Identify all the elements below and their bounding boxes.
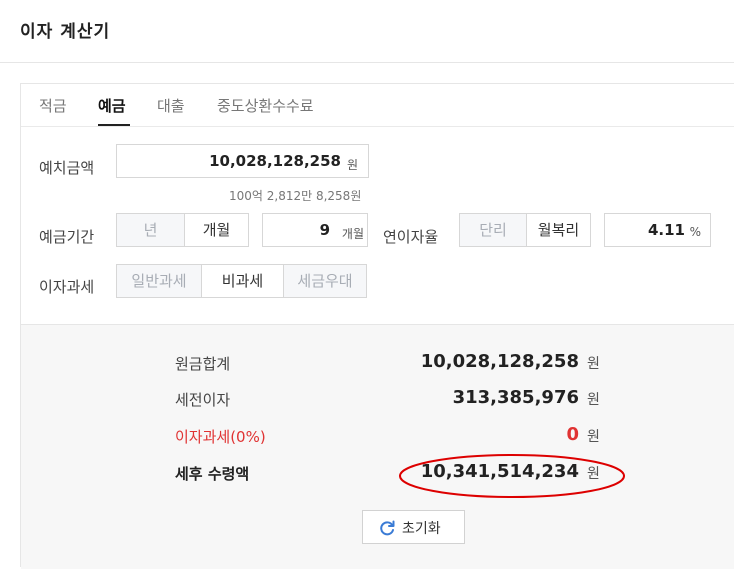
tab-loan[interactable]: 대출 (157, 95, 185, 116)
interest-rate-value: 4.11 (647, 221, 685, 239)
period-unit: 개월 (341, 227, 364, 241)
reset-button-label: 초기화 (402, 521, 441, 537)
period-value: 9 (319, 221, 330, 239)
tax-preferential-toggle[interactable]: 세금우대 (283, 264, 367, 298)
tax-general-toggle[interactable]: 일반과세 (116, 264, 202, 298)
tax-exempt-toggle[interactable]: 비과세 (201, 264, 284, 298)
interest-rate-input[interactable]: 4.11 % (604, 213, 711, 247)
principal-total-value: 10,028,128,258 (420, 351, 579, 372)
results-panel: 원금합계 10,028,128,258 원 세전이자 313,385,976 원… (21, 324, 734, 569)
app-header: 이자 계산기 (0, 0, 734, 63)
interest-rate-label: 연이자율 (383, 228, 439, 246)
net-amount-unit: 원 (587, 466, 600, 482)
refresh-icon (380, 520, 395, 536)
net-amount-value: 10,341,514,234 (420, 461, 579, 482)
pretax-interest-value: 313,385,976 (452, 387, 579, 408)
principal-total-unit: 원 (587, 356, 600, 372)
pretax-interest-unit: 원 (587, 392, 600, 408)
deposit-amount-unit: 원 (346, 158, 358, 172)
deposit-amount-input[interactable]: 10,028,128,258 원 (116, 144, 369, 178)
principal-total-label: 원금합계 (175, 355, 231, 373)
period-year-toggle[interactable]: 년 (116, 213, 185, 247)
tab-prepayment-fee[interactable]: 중도상환수수료 (217, 95, 314, 116)
net-amount-label: 세후 수령액 (175, 465, 250, 483)
interest-rate-unit: % (689, 225, 701, 239)
period-label: 예금기간 (39, 228, 95, 246)
interest-tax-label: 이자과세(0%) (175, 428, 266, 446)
tab-deposit[interactable]: 예금 (98, 95, 126, 116)
deposit-amount-helper: 100억 2,812만 8,258원 (229, 189, 362, 203)
calculator-card: 적금 예금 대출 중도상환수수료 예치금액 10,028,128,258 원 1… (20, 83, 734, 569)
reset-button[interactable]: 초기화 (362, 510, 465, 544)
rate-simple-toggle[interactable]: 단리 (459, 213, 527, 247)
page-title: 이자 계산기 (20, 22, 111, 42)
deposit-amount-label: 예치금액 (39, 159, 95, 177)
tax-type-label: 이자과세 (39, 278, 95, 296)
period-input[interactable]: 9 개월 (262, 213, 368, 247)
tab-bar: 적금 예금 대출 중도상환수수료 (21, 84, 734, 127)
period-month-toggle[interactable]: 개월 (184, 213, 249, 247)
interest-tax-value: 0 (566, 424, 579, 445)
interest-tax-unit: 원 (587, 429, 600, 445)
deposit-amount-value: 10,028,128,258 (209, 152, 341, 170)
pretax-interest-label: 세전이자 (175, 391, 231, 409)
tab-savings[interactable]: 적금 (39, 95, 67, 116)
active-tab-indicator (98, 124, 130, 126)
rate-monthly-compound-toggle[interactable]: 월복리 (526, 213, 591, 247)
